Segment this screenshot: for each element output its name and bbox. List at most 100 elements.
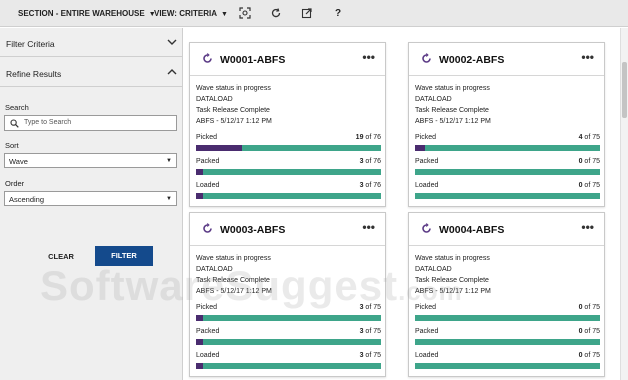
metric-label: Packed (196, 328, 220, 335)
progress-metric: Packed 3 of 75 (196, 328, 381, 348)
wave-cards-area: W0001-ABFS ••• Wave status in progress DATA… (184, 28, 620, 380)
progress-bar (415, 193, 600, 199)
metric-label: Picked (196, 304, 218, 311)
chevron-down-icon: ▼ (166, 158, 172, 164)
more-options-icon[interactable]: ••• (362, 50, 375, 64)
progress-metric: Packed 3 of 76 (196, 158, 381, 178)
sort-value: Wave (9, 157, 28, 166)
metric-label: Loaded (415, 352, 439, 359)
progress-bar (415, 339, 600, 345)
in-progress-icon (422, 223, 431, 233)
wave-card-header: W0003-ABFS ••• (190, 213, 385, 246)
chevron-down-icon: ▼ (220, 11, 228, 18)
order-label: Order (5, 179, 25, 188)
more-options-icon[interactable]: ••• (581, 50, 594, 64)
metric-label: Picked (196, 134, 218, 141)
wave-card-header: W0001-ABFS ••• (190, 43, 385, 76)
wave-name[interactable]: W0001-ABFS (220, 54, 285, 66)
metric-count: 4 of 75 (578, 134, 600, 141)
wave-info: Wave status in progress DATALOAD Task Rele… (415, 253, 491, 297)
metric-label: Packed (196, 158, 220, 165)
metric-count: 0 of 75 (578, 304, 600, 311)
wave-source: DATALOAD (415, 96, 452, 103)
top-toolbar: SECTION - ENTIRE WAREHOUSE ▼ VIEW: CRITER… (0, 0, 628, 27)
order-value: Ascending (9, 195, 45, 204)
wave-release: Task Release Complete (415, 277, 489, 284)
wave-status: Wave status in progress (415, 255, 490, 262)
wave-timestamp: ABFS - 5/12/17 1:12 PM (196, 288, 272, 295)
clear-button[interactable]: CLEAR (40, 250, 82, 264)
wave-card[interactable]: W0003-ABFS ••• Wave status in progress DATA… (189, 212, 386, 377)
progress-bar-fill (196, 363, 204, 369)
progress-metric: Picked 4 of 75 (415, 134, 600, 154)
search-icon (10, 119, 19, 128)
wave-card[interactable]: W0004-ABFS ••• Wave status in progress DATA… (408, 212, 605, 377)
progress-bar-fill (196, 339, 204, 345)
metric-label: Loaded (196, 182, 220, 189)
chevron-down-icon (167, 39, 177, 45)
scrollbar-thumb[interactable] (622, 62, 627, 118)
export-icon[interactable] (300, 6, 314, 20)
in-progress-icon (203, 53, 212, 63)
refine-results-label: Refine Results (6, 69, 62, 79)
progress-metric: Packed 0 of 75 (415, 328, 600, 348)
wave-status: Wave status in progress (415, 85, 490, 92)
section-dropdown-label: SECTION - ENTIRE WAREHOUSE (18, 9, 145, 18)
wave-source: DATALOAD (196, 96, 233, 103)
wave-name[interactable]: W0003-ABFS (220, 224, 285, 236)
filter-criteria-label: Filter Criteria (6, 39, 55, 49)
sort-select[interactable]: Wave ▼ (4, 153, 177, 168)
focus-icon[interactable] (238, 6, 252, 20)
wave-source: DATALOAD (196, 266, 233, 273)
in-progress-icon (422, 53, 431, 63)
filter-button[interactable]: FILTER (95, 246, 153, 266)
metric-label: Picked (415, 304, 437, 311)
wave-card[interactable]: W0002-ABFS ••• Wave status in progress DATA… (408, 42, 605, 207)
metric-count: 0 of 75 (578, 158, 600, 165)
progress-bar (415, 145, 600, 151)
filter-panel: Filter Criteria Refine Results Search Ty… (0, 28, 183, 380)
progress-bar (196, 145, 381, 151)
progress-bar (196, 169, 381, 175)
chevron-down-icon: ▼ (166, 196, 172, 202)
help-icon[interactable]: ? (331, 6, 345, 20)
wave-source: DATALOAD (415, 266, 452, 273)
order-select[interactable]: Ascending ▼ (4, 191, 177, 206)
metric-label: Packed (415, 158, 439, 165)
wave-info: Wave status in progress DATALOAD Task Rele… (196, 253, 272, 297)
refresh-icon[interactable] (269, 6, 283, 20)
progress-metric: Loaded 0 of 75 (415, 352, 600, 372)
progress-bar (196, 363, 381, 369)
metric-count: 0 of 75 (578, 328, 600, 335)
progress-bar-fill (196, 145, 243, 151)
metric-count: 3 of 76 (359, 182, 381, 189)
search-input[interactable]: Type to Search (4, 115, 177, 131)
wave-timestamp: ABFS - 5/12/17 1:12 PM (415, 288, 491, 295)
more-options-icon[interactable]: ••• (581, 220, 594, 234)
more-options-icon[interactable]: ••• (362, 220, 375, 234)
wave-name[interactable]: W0002-ABFS (439, 54, 504, 66)
refine-results-accordion[interactable]: Refine Results (0, 58, 183, 87)
metric-count: 19 of 76 (355, 134, 381, 141)
progress-metric: Picked 19 of 76 (196, 134, 381, 154)
metric-count: 0 of 75 (578, 182, 600, 189)
metric-label: Loaded (415, 182, 439, 189)
metric-label: Packed (415, 328, 439, 335)
wave-release: Task Release Complete (196, 277, 270, 284)
progress-bar-fill (196, 193, 204, 199)
metric-count: 3 of 75 (359, 352, 381, 359)
metric-count: 0 of 75 (578, 352, 600, 359)
cards-scrollbar[interactable] (620, 28, 628, 380)
wave-release: Task Release Complete (196, 107, 270, 114)
filter-criteria-accordion[interactable]: Filter Criteria (0, 28, 183, 57)
wave-name[interactable]: W0004-ABFS (439, 224, 504, 236)
progress-metric: Loaded 0 of 75 (415, 182, 600, 202)
wave-status: Wave status in progress (196, 255, 271, 262)
wave-card[interactable]: W0001-ABFS ••• Wave status in progress DATA… (189, 42, 386, 207)
progress-bar (196, 193, 381, 199)
view-dropdown[interactable]: VIEW: CRITERIA ▼ (154, 9, 228, 18)
progress-metric: Packed 0 of 75 (415, 158, 600, 178)
metric-count: 3 of 75 (359, 304, 381, 311)
metric-label: Picked (415, 134, 437, 141)
section-dropdown[interactable]: SECTION - ENTIRE WAREHOUSE ▼ (18, 9, 156, 18)
